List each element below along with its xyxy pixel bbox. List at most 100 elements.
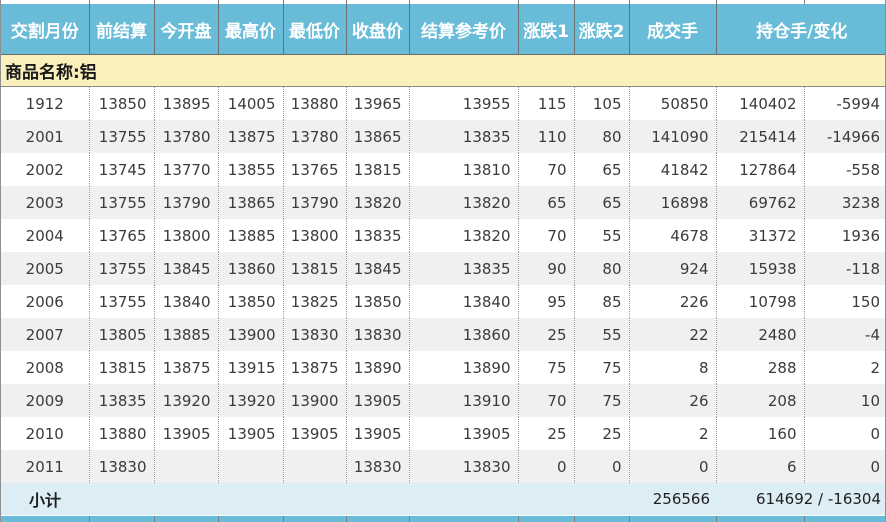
quote-row-2003: 2003 13755 13790 13865 13790 13820 13820 65 65 16… bbox=[1, 186, 885, 219]
cell-volume: 22 bbox=[629, 318, 717, 351]
column-divider bbox=[283, 516, 284, 522]
cell-open-interest: 127864 bbox=[716, 153, 805, 186]
cell-open: 13780 bbox=[154, 120, 219, 153]
cell-change-2: 55 bbox=[574, 219, 630, 252]
cell-settlement-ref: 13905 bbox=[409, 417, 519, 450]
cell-delivery-month: 2004 bbox=[1, 219, 90, 252]
cell-volume: 226 bbox=[629, 285, 717, 318]
table-header-row: 交割月份 前结算 今开盘 最高价 最低价 收盘价 结算参考价 涨跌1 涨跌2 成交手 持仓手/变化 bbox=[1, 4, 885, 55]
column-divider bbox=[629, 0, 630, 4]
quote-row-2002: 2002 13745 13770 13855 13765 13815 13810 70 65 41… bbox=[1, 153, 885, 186]
cell-change-2: 105 bbox=[574, 86, 630, 120]
cell-open: 13895 bbox=[154, 86, 219, 120]
cell-open-interest: 69762 bbox=[716, 186, 805, 219]
col-header-prev-settlement: 前结算 bbox=[89, 4, 155, 55]
cell-prev-settlement: 13745 bbox=[89, 153, 155, 186]
col-header-close: 收盘价 bbox=[346, 4, 410, 55]
cell-change-2: 75 bbox=[574, 384, 630, 417]
cell-delivery-month: 2010 bbox=[1, 417, 90, 450]
cell-high: 13900 bbox=[218, 318, 284, 351]
cell-close: 13905 bbox=[346, 417, 410, 450]
cell-delivery-month: 2011 bbox=[1, 450, 90, 483]
cell-oi-change: 3238 bbox=[804, 186, 885, 219]
column-divider bbox=[804, 516, 805, 522]
column-divider bbox=[218, 516, 219, 522]
cell-open: 13800 bbox=[154, 219, 219, 252]
cell-close: 13890 bbox=[346, 351, 410, 384]
cell-low: 13790 bbox=[283, 186, 347, 219]
column-divider bbox=[218, 0, 219, 4]
cell-open-interest: 15938 bbox=[716, 252, 805, 285]
cell-change-1: 110 bbox=[518, 120, 575, 153]
cell-volume: 2 bbox=[629, 417, 717, 450]
next-section-header-sliver bbox=[1, 515, 885, 522]
cell-high: 13915 bbox=[218, 351, 284, 384]
cell-change-2: 25 bbox=[574, 417, 630, 450]
col-header-high: 最高价 bbox=[218, 4, 284, 55]
cell-low: 13875 bbox=[283, 351, 347, 384]
cell-delivery-month: 2002 bbox=[1, 153, 90, 186]
subtotal-spacer bbox=[89, 483, 629, 515]
cell-change-1: 70 bbox=[518, 219, 575, 252]
column-divider bbox=[716, 516, 717, 522]
cell-settlement-ref: 13910 bbox=[409, 384, 519, 417]
cell-change-2: 65 bbox=[574, 153, 630, 186]
cell-low: 13780 bbox=[283, 120, 347, 153]
cell-open: 13840 bbox=[154, 285, 219, 318]
cell-change-2: 85 bbox=[574, 285, 630, 318]
cell-change-1: 25 bbox=[518, 318, 575, 351]
quote-row-2001: 2001 13755 13780 13875 13780 13865 13835 110 80 1… bbox=[1, 120, 885, 153]
quote-row-2006: 2006 13755 13840 13850 13825 13850 13840 95 85 22… bbox=[1, 285, 885, 318]
cell-settlement-ref: 13835 bbox=[409, 120, 519, 153]
cell-high: 13865 bbox=[218, 186, 284, 219]
cell-low: 13825 bbox=[283, 285, 347, 318]
column-divider bbox=[574, 0, 575, 4]
cell-delivery-month: 2001 bbox=[1, 120, 90, 153]
cell-delivery-month: 1912 bbox=[1, 86, 90, 120]
cell-high: 13850 bbox=[218, 285, 284, 318]
cell-settlement-ref: 13840 bbox=[409, 285, 519, 318]
cell-open-interest: 288 bbox=[716, 351, 805, 384]
previous-row-sliver bbox=[1, 0, 885, 4]
cell-prev-settlement: 13880 bbox=[89, 417, 155, 450]
cell-change-2: 80 bbox=[574, 120, 630, 153]
cell-prev-settlement: 13835 bbox=[89, 384, 155, 417]
cell-delivery-month: 2006 bbox=[1, 285, 90, 318]
cell-high: 13905 bbox=[218, 417, 284, 450]
futures-daily-quote-panel: 交割月份 前结算 今开盘 最高价 最低价 收盘价 结算参考价 涨跌1 涨跌2 成交手 持仓手/变化 … bbox=[0, 0, 886, 522]
subtotal-volume: 256566 bbox=[629, 483, 716, 515]
cell-settlement-ref: 13860 bbox=[409, 318, 519, 351]
cell-prev-settlement: 13755 bbox=[89, 186, 155, 219]
cell-low bbox=[283, 450, 347, 483]
quote-row-2005: 2005 13755 13845 13860 13815 13845 13835 90 80 92… bbox=[1, 252, 885, 285]
cell-close: 13845 bbox=[346, 252, 410, 285]
cell-open-interest: 140402 bbox=[716, 86, 805, 120]
cell-prev-settlement: 13765 bbox=[89, 219, 155, 252]
cell-change-2: 55 bbox=[574, 318, 630, 351]
cell-change-2: 75 bbox=[574, 351, 630, 384]
cell-delivery-month: 2009 bbox=[1, 384, 90, 417]
col-header-low: 最低价 bbox=[283, 4, 347, 55]
cell-low: 13815 bbox=[283, 252, 347, 285]
cell-open: 13770 bbox=[154, 153, 219, 186]
column-divider bbox=[518, 0, 519, 4]
cell-close: 13820 bbox=[346, 186, 410, 219]
cell-open: 13875 bbox=[154, 351, 219, 384]
cell-settlement-ref: 13955 bbox=[409, 86, 519, 120]
column-divider bbox=[409, 516, 410, 522]
cell-open: 13885 bbox=[154, 318, 219, 351]
cell-prev-settlement: 13755 bbox=[89, 285, 155, 318]
commodity-name-row: 商品名称:铝 bbox=[1, 54, 885, 87]
cell-change-1: 75 bbox=[518, 351, 575, 384]
cell-prev-settlement: 13830 bbox=[89, 450, 155, 483]
cell-prev-settlement: 13755 bbox=[89, 252, 155, 285]
cell-open-interest: 208 bbox=[716, 384, 805, 417]
column-divider bbox=[154, 0, 155, 4]
column-divider bbox=[574, 516, 575, 522]
column-divider bbox=[409, 0, 410, 4]
cell-oi-change: 0 bbox=[870, 424, 880, 443]
cell-open-interest: 215414 bbox=[716, 120, 805, 153]
cell-volume: 50850 bbox=[629, 86, 717, 120]
cell-high: 13875 bbox=[218, 120, 284, 153]
cell-close: 13965 bbox=[346, 86, 410, 120]
